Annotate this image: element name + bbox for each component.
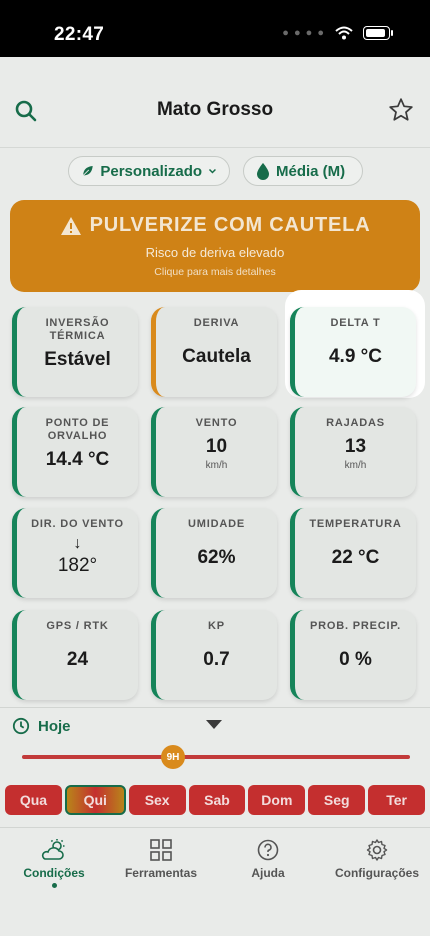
gear-icon [366,839,388,861]
drop-icon [257,163,269,180]
nav-label: Ajuda [251,866,285,880]
day-button[interactable]: Seg [308,785,366,815]
day-button[interactable]: Ter [368,785,426,815]
metric-value: Estável [44,349,111,370]
metric-value: 13 [344,436,367,457]
leaf-icon [82,165,93,176]
battery-icon [363,26,393,40]
nav-tools[interactable]: Ferramentas [122,838,200,880]
metric-label: TEMPERATURA [309,518,402,530]
metric-label: PONTO DE ORVALHO [45,417,110,442]
metric-card-gps-rtk[interactable]: GPS / RTK 24 [12,610,138,700]
app-header: Mato Grosso [0,57,430,148]
day-button[interactable]: Dom [248,785,306,815]
metric-card-wind-direction[interactable]: DIR. DO VENTO ↓ 182° [12,508,138,598]
metric-card-temperature[interactable]: TEMPERATURA 22 °C [290,508,416,598]
metric-label: PROB. PRECIP. [310,620,401,632]
divider [0,707,430,708]
warning-icon [60,216,81,235]
spray-warning-banner[interactable]: PULVERIZE COM CAUTELA Risco de deriva el… [10,200,420,292]
day-button[interactable]: Sex [128,785,186,815]
average-label: Média (M) [276,162,346,180]
metric-label: DELTA T [330,317,381,329]
hour-slider-track[interactable] [22,755,410,759]
bottom-nav: Condições Ferramentas Ajuda Configuraçõe… [0,827,430,936]
day-button[interactable]: Sab [188,785,246,815]
nav-label: Ferramentas [124,866,198,880]
metric-unit: km/h [344,460,367,471]
metric-label: UMIDADE [188,518,245,530]
metric-label: DIR. DO VENTO [31,518,124,530]
metric-value: 22 °C [331,547,380,568]
metric-value: Cautela [182,346,251,367]
preset-label: Personalizado [100,162,203,180]
metric-label: VENTO [195,417,238,429]
metric-card-wind[interactable]: VENTO 10 km/h [151,407,277,497]
metric-card-delta-t[interactable]: DELTA T 4.9 °C [290,307,416,397]
nav-label: Configurações [334,866,419,880]
help-icon [257,839,279,861]
metric-value: 4.9 °C [328,346,382,367]
metric-value: 62% [197,547,236,568]
star-icon[interactable] [388,97,414,123]
metric-unit: km/h [205,460,228,471]
metric-value: 0.7 [203,649,230,670]
status-time: 22:47 [54,24,105,45]
average-selector[interactable]: Média (M) [243,156,363,186]
metric-value: 0 % [339,649,372,670]
metric-label: RAJADAS [326,417,385,429]
grid-icon [150,839,172,861]
day-button-selected[interactable]: Qui [64,785,126,815]
metric-value: 24 [66,649,89,670]
warning-subtitle: Risco de deriva elevado [145,245,285,260]
nav-help[interactable]: Ajuda [238,838,298,880]
expand-caret-icon[interactable] [206,720,222,729]
chevron-down-icon [209,168,217,174]
metric-value: 14.4 °C [45,449,110,470]
metric-value: 182° [57,555,98,576]
active-indicator [51,883,57,888]
weather-icon [41,839,65,860]
signal-icon: ● ● ● ● [282,27,325,39]
today-selector[interactable]: Hoje [12,717,71,735]
metric-card-kp[interactable]: KP 0.7 [151,610,277,700]
metric-card-humidity[interactable]: UMIDADE 62% [151,508,277,598]
day-button[interactable]: Qua [5,785,62,815]
preset-dropdown[interactable]: Personalizado [68,156,230,186]
nav-settings[interactable]: Configurações [332,838,422,880]
warning-hint: Clique para mais detalhes [154,266,276,278]
warning-title: PULVERIZE COM CAUTELA [89,214,371,236]
clock-icon [12,717,30,735]
hour-slider-thumb[interactable]: 9H [161,745,185,769]
page-title: Mato Grosso [156,99,274,120]
metric-label: INVERSÃO TÉRMICA [45,317,110,342]
nav-conditions[interactable]: Condições [18,838,90,888]
today-label: Hoje [38,717,71,735]
day-selector: Qua Qui Sex Sab Dom Seg Ter [5,785,426,815]
status-bar: 22:47 ● ● ● ● [0,0,430,57]
metric-card-dew-point[interactable]: PONTO DE ORVALHO 14.4 °C [12,407,138,497]
metric-card-drift[interactable]: DERIVA Cautela [151,307,277,397]
metric-value: 10 [205,436,228,457]
metric-label: KP [208,620,225,632]
metric-card-precip-prob[interactable]: PROB. PRECIP. 0 % [290,610,416,700]
metric-card-gusts[interactable]: RAJADAS 13 km/h [290,407,416,497]
metric-card-thermal-inversion[interactable]: INVERSÃO TÉRMICA Estável [12,307,138,397]
wind-arrow-icon: ↓ [73,535,82,552]
metric-label: GPS / RTK [46,620,109,632]
wifi-icon [335,26,353,40]
metric-label: DERIVA [193,317,240,329]
nav-label: Condições [23,866,85,880]
